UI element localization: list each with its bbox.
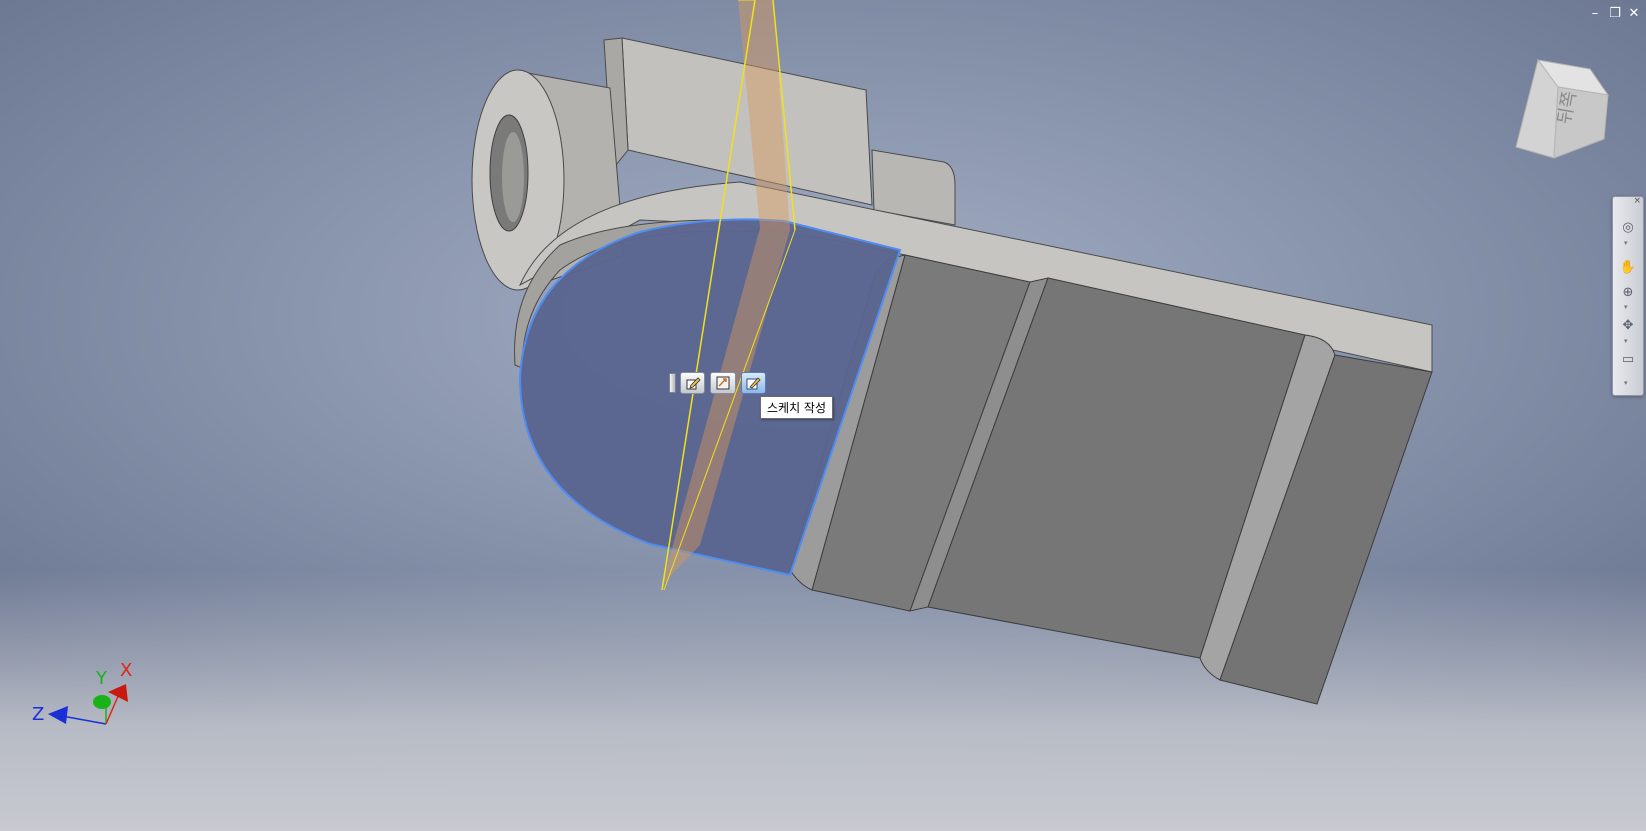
restore-icon[interactable]: ❐ bbox=[1607, 6, 1623, 22]
x-axis-arrow bbox=[108, 684, 128, 702]
edit-sketch-button[interactable] bbox=[710, 372, 736, 394]
steering-wheel-icon[interactable]: ◎ bbox=[1618, 217, 1638, 237]
navigation-bar: × ◎ ▾ ✋ ⊕ ▾ ✥ ▾ ▭ ▾ bbox=[1612, 196, 1644, 396]
graphics-window[interactable]: – ❐ ✕ 뒤쪽 × ◎ ▾ ✋ ⊕ ▾ ✥ ▾ ▭ ▾ 스케치 작성 Z Y … bbox=[0, 0, 1646, 831]
cylinder-hole-inner bbox=[502, 132, 524, 222]
edit-extrude-button[interactable] bbox=[679, 372, 706, 394]
close-icon[interactable]: ✕ bbox=[1626, 6, 1642, 22]
x-axis-label: X bbox=[120, 660, 132, 681]
zoom-icon[interactable]: ⊕ bbox=[1618, 282, 1638, 302]
navigation-bar-close-icon[interactable]: × bbox=[1633, 196, 1641, 206]
z-axis-arrow bbox=[48, 706, 68, 724]
view-cube[interactable]: 뒤쪽 bbox=[1510, 55, 1610, 170]
mini-toolbar bbox=[669, 372, 771, 394]
y-axis-label: Y bbox=[95, 668, 108, 689]
z-axis-label: Z bbox=[32, 704, 44, 725]
create-sketch-icon bbox=[746, 377, 761, 390]
y-axis-arrow bbox=[93, 695, 111, 709]
look-at-icon[interactable]: ▭ bbox=[1618, 349, 1638, 369]
orbit-icon[interactable]: ✥ bbox=[1618, 315, 1638, 335]
axis-triad: Z Y X bbox=[32, 660, 132, 725]
mini-toolbar-grip[interactable] bbox=[669, 373, 676, 393]
z-axis-line bbox=[61, 715, 107, 725]
minimize-icon[interactable]: – bbox=[1587, 6, 1603, 22]
pan-icon[interactable]: ✋ bbox=[1618, 257, 1638, 277]
create-sketch-button[interactable] bbox=[740, 372, 766, 394]
edit-extrude-icon bbox=[686, 377, 701, 390]
tooltip: 스케치 작성 bbox=[760, 396, 834, 419]
chevron-down-icon[interactable]: ▾ bbox=[1624, 337, 1628, 345]
chevron-down-icon[interactable]: ▾ bbox=[1624, 239, 1628, 247]
customize-icon[interactable]: ▾ bbox=[1624, 379, 1628, 387]
edit-sketch-icon bbox=[716, 376, 730, 390]
chevron-down-icon[interactable]: ▾ bbox=[1624, 303, 1628, 311]
